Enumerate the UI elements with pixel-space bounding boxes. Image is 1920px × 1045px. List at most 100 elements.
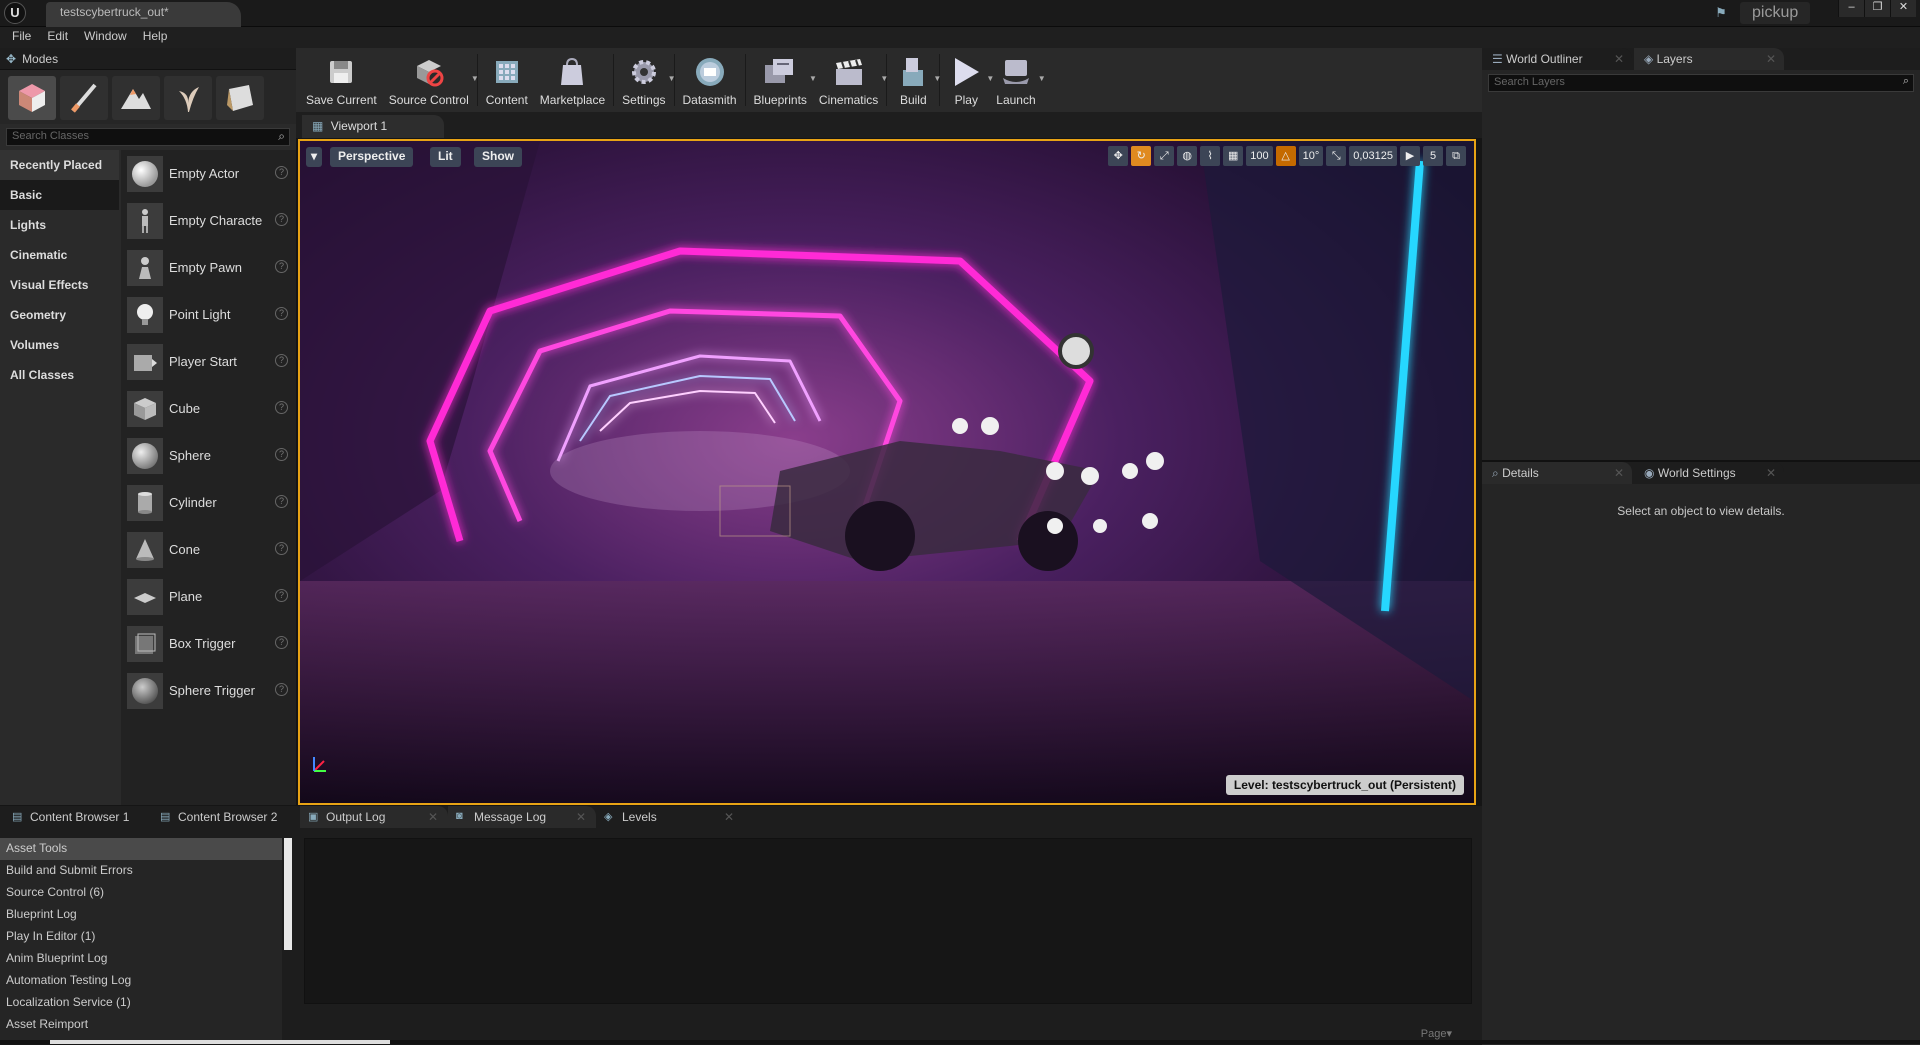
show-button[interactable]: Show — [474, 147, 522, 167]
document-tab[interactable]: testscybertruck_out* — [46, 2, 241, 27]
rotation-snap-value[interactable]: 10° — [1298, 146, 1324, 166]
maximize-viewport-icon[interactable]: ⧉ — [1446, 146, 1466, 166]
feedback-flag-icon[interactable]: ⚑ — [1712, 5, 1730, 21]
perspective-button[interactable]: Perspective — [330, 147, 414, 167]
place-item-empty-actor[interactable]: Empty Actor ? — [121, 150, 296, 197]
play-button[interactable]: Play ▼ — [942, 48, 994, 112]
close-tab-icon[interactable]: ✕ — [1614, 52, 1624, 66]
menu-window[interactable]: Window — [76, 27, 135, 48]
settings-button[interactable]: Settings ▼ — [616, 48, 676, 112]
foliage-mode-icon[interactable] — [164, 76, 212, 120]
tab-world-outliner[interactable]: ☰ World Outliner ✕ — [1482, 48, 1632, 70]
camera-speed-icon[interactable]: ▶ — [1400, 146, 1420, 166]
close-tab-icon[interactable]: ✕ — [1766, 466, 1776, 480]
close-tab-icon[interactable]: ✕ — [1614, 466, 1624, 480]
source-control-button[interactable]: Source Control ▼ — [383, 48, 479, 112]
help-icon[interactable]: ? — [275, 683, 288, 696]
category-lights[interactable]: Lights — [0, 210, 119, 240]
grid-snap-icon[interactable]: ▦ — [1223, 146, 1244, 166]
place-item-cylinder[interactable]: Cylinder ? — [121, 479, 296, 526]
tab-levels[interactable]: ◈ Levels ✕ — [596, 806, 744, 828]
category-basic[interactable]: Basic — [0, 180, 119, 210]
maximize-button[interactable]: ❐ — [1864, 0, 1890, 17]
close-button[interactable]: ✕ — [1890, 0, 1916, 17]
category-scrollbar[interactable] — [284, 838, 292, 950]
help-icon[interactable]: ? — [275, 448, 288, 461]
log-category-localization[interactable]: Localization Service (1) — [0, 992, 282, 1014]
help-icon[interactable]: ? — [275, 166, 288, 179]
close-tab-icon[interactable]: ✕ — [428, 810, 438, 824]
log-category-anim-blueprint[interactable]: Anim Blueprint Log — [0, 948, 282, 970]
cinematics-button[interactable]: Cinematics ▼ — [813, 48, 888, 112]
log-category-play-in-editor[interactable]: Play In Editor (1) — [0, 926, 282, 948]
dropdown-arrow-icon[interactable]: ▼ — [471, 74, 479, 83]
scale-icon[interactable]: ⤢ — [1154, 146, 1175, 166]
search-classes-input[interactable]: Search Classes ⌕ — [6, 128, 290, 146]
category-recently-placed[interactable]: Recently Placed — [0, 150, 119, 180]
save-current-button[interactable]: Save Current — [300, 48, 383, 112]
rotate-icon[interactable]: ↻ — [1131, 146, 1152, 166]
category-cinematic[interactable]: Cinematic — [0, 240, 119, 270]
place-item-cube[interactable]: Cube ? — [121, 385, 296, 432]
coordinate-system-icon[interactable]: ◍ — [1177, 146, 1198, 166]
launch-button[interactable]: Launch ▼ — [990, 48, 1046, 112]
place-item-player-start[interactable]: Player Start ? — [121, 338, 296, 385]
place-item-point-light[interactable]: Point Light ? — [121, 291, 296, 338]
menu-file[interactable]: File — [4, 27, 39, 48]
help-icon[interactable]: ? — [275, 542, 288, 555]
viewport-3d[interactable]: ▾ Perspective Lit Show ✥ ↻ ⤢ ◍ ⌇ ▦ 100 △… — [298, 139, 1476, 805]
log-category-build-errors[interactable]: Build and Submit Errors — [0, 860, 282, 882]
geometry-mode-icon[interactable] — [216, 76, 264, 120]
place-mode-icon[interactable] — [8, 76, 56, 120]
help-icon[interactable]: ? — [275, 260, 288, 273]
close-tab-icon[interactable]: ✕ — [1766, 52, 1776, 66]
category-visual-effects[interactable]: Visual Effects — [0, 270, 119, 300]
help-icon[interactable]: ? — [275, 213, 288, 226]
place-item-box-trigger[interactable]: Box Trigger ? — [121, 620, 296, 667]
camera-speed-value[interactable]: 5 — [1423, 146, 1443, 166]
log-category-automation-testing[interactable]: Automation Testing Log — [0, 970, 282, 992]
scale-snap-icon[interactable]: ⤡ — [1326, 146, 1347, 166]
build-button[interactable]: Build ▼ — [889, 48, 941, 112]
help-icon[interactable]: ? — [275, 354, 288, 367]
modes-tab[interactable]: ✥ Modes — [0, 48, 296, 70]
minimize-button[interactable]: ‒ — [1838, 0, 1864, 17]
landscape-mode-icon[interactable] — [112, 76, 160, 120]
tab-world-settings[interactable]: ◉ World Settings ✕ — [1634, 462, 1784, 484]
grid-snap-value[interactable]: 100 — [1246, 146, 1273, 166]
tab-content-browser-1[interactable]: ▤ Content Browser 1 — [4, 806, 152, 828]
category-geometry[interactable]: Geometry — [0, 300, 119, 330]
log-category-blueprint-log[interactable]: Blueprint Log — [0, 904, 282, 926]
reflection-probe-icon[interactable] — [1058, 333, 1094, 369]
category-all-classes[interactable]: All Classes — [0, 360, 119, 390]
category-volumes[interactable]: Volumes — [0, 330, 119, 360]
scene-render[interactable] — [300, 141, 1474, 803]
menu-edit[interactable]: Edit — [39, 27, 76, 48]
tab-content-browser-2[interactable]: ▤ Content Browser 2 — [152, 806, 300, 828]
log-category-source-control[interactable]: Source Control (6) — [0, 882, 282, 904]
help-icon[interactable]: ? — [275, 495, 288, 508]
dropdown-arrow-icon[interactable]: ▼ — [668, 74, 676, 83]
help-icon[interactable]: ? — [275, 307, 288, 320]
datasmith-button[interactable]: Datasmith — [677, 48, 743, 112]
menu-help[interactable]: Help — [135, 27, 176, 48]
help-icon[interactable]: ? — [275, 636, 288, 649]
help-icon[interactable]: ? — [275, 401, 288, 414]
place-item-plane[interactable]: Plane ? — [121, 573, 296, 620]
close-tab-icon[interactable]: ✕ — [724, 810, 734, 824]
close-tab-icon[interactable]: ✕ — [576, 810, 586, 824]
viewport-options-button[interactable]: ▾ — [306, 147, 323, 167]
log-category-asset-tools[interactable]: Asset Tools — [0, 838, 282, 860]
dropdown-arrow-icon[interactable]: ▼ — [933, 74, 941, 83]
page-dropdown[interactable]: Page▾ — [1421, 1027, 1452, 1040]
place-item-empty-character[interactable]: Empty Characte ? — [121, 197, 296, 244]
dropdown-arrow-icon[interactable]: ▼ — [1038, 74, 1046, 83]
place-item-sphere[interactable]: Sphere ? — [121, 432, 296, 479]
rotation-snap-icon[interactable]: △ — [1275, 146, 1296, 166]
search-layers-input[interactable]: Search Layers ⌕ — [1488, 74, 1914, 92]
surface-snap-icon[interactable]: ⌇ — [1200, 146, 1221, 166]
tab-layers[interactable]: ◈ Layers ✕ — [1634, 48, 1784, 70]
dropdown-arrow-icon[interactable]: ▼ — [880, 74, 888, 83]
place-item-sphere-trigger[interactable]: Sphere Trigger ? — [121, 667, 296, 714]
tab-details[interactable]: ⌕ Details ✕ — [1482, 462, 1632, 484]
